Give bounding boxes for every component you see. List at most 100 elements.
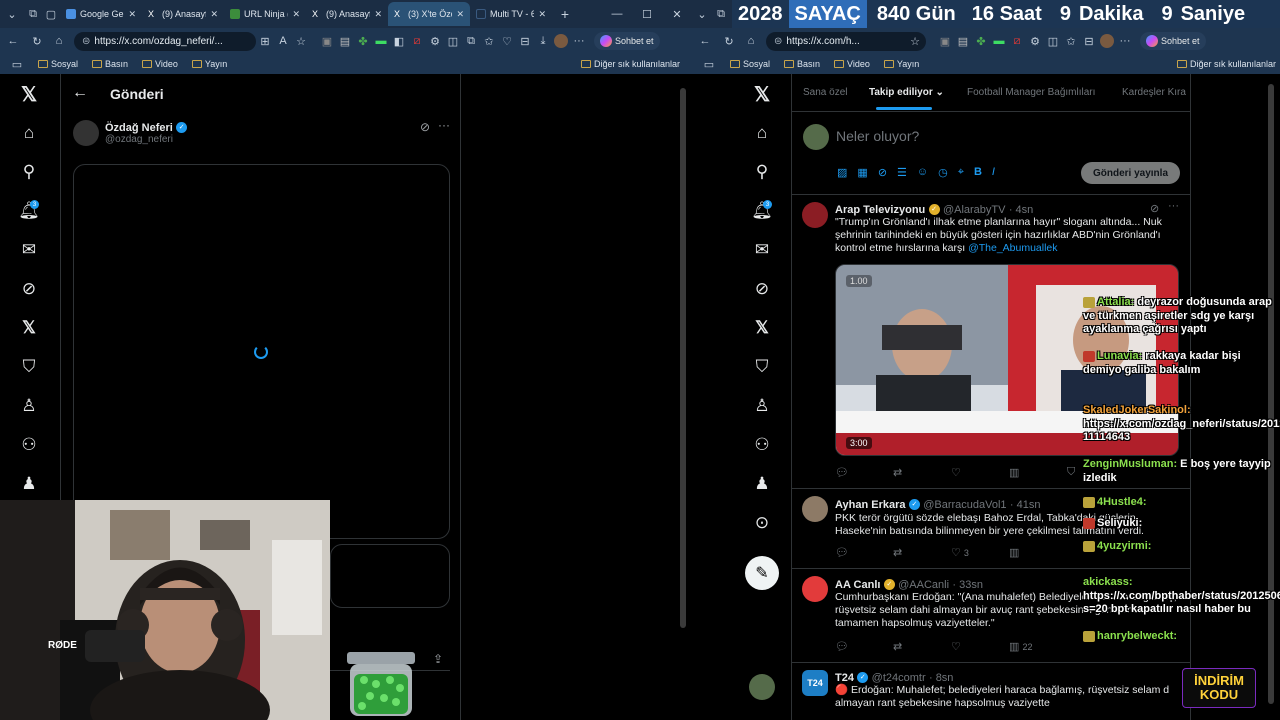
compose-input[interactable]: Neler oluyor? xyxy=(836,128,919,144)
poll-icon[interactable]: ☰ xyxy=(897,166,907,179)
url-input[interactable]: ⊜ https://x.com/h... xyxy=(766,31,926,51)
views-icon[interactable]: ▥ 22 xyxy=(1009,640,1067,653)
tab-x-home-2[interactable]: X(9) Anasayfa✕ xyxy=(306,2,388,26)
tab-actions-icon[interactable]: ⌄ xyxy=(692,8,712,21)
post-handle[interactable]: @t24comtr xyxy=(872,672,926,684)
like-icon[interactable]: ♡ xyxy=(951,466,1009,479)
share-icon[interactable]: ⇪ xyxy=(433,652,443,666)
extension-6-icon[interactable]: ⚙ xyxy=(1026,35,1044,48)
back-icon[interactable]: ← xyxy=(696,35,714,47)
favorite-icon[interactable]: ☆ xyxy=(292,35,310,48)
post-handle[interactable]: @AlarabyTV xyxy=(943,204,1006,216)
tab-url-ninja[interactable]: URL Ninja (1✕ xyxy=(224,2,306,26)
home-icon[interactable]: ⌂ xyxy=(752,123,772,143)
explore-icon[interactable]: ⚲ xyxy=(752,162,772,182)
post-handle[interactable]: @AACanli xyxy=(898,579,949,591)
bold-icon[interactable]: B xyxy=(974,166,982,179)
x-logo-icon[interactable]: 𝕏 xyxy=(19,84,39,106)
favorites-icon[interactable]: ✩ xyxy=(480,35,498,48)
extension-1-icon[interactable]: ▣ xyxy=(318,35,336,48)
like-icon[interactable]: ♡ xyxy=(951,640,1009,653)
grok-icon[interactable]: ⊘ xyxy=(420,120,430,134)
extension-2-icon[interactable]: ▤ xyxy=(336,35,354,48)
video-speed-label[interactable]: 1.00 xyxy=(846,275,872,287)
extension-2-icon[interactable]: ▤ xyxy=(954,35,972,48)
back-arrow-icon[interactable]: ← xyxy=(72,84,88,102)
close-icon[interactable]: ✕ xyxy=(374,9,382,20)
repost-icon[interactable]: ⇄ xyxy=(893,640,951,653)
explore-icon[interactable]: ⚲ xyxy=(19,162,39,182)
post-button[interactable]: Gönderi yayınla xyxy=(1081,162,1180,184)
tab-x-home[interactable]: X(9) Anasayfa✕ xyxy=(142,2,224,26)
tab-x-post[interactable]: X (3) X'te Özd ✕ xyxy=(388,2,470,26)
extension-3-icon[interactable]: ✤ xyxy=(972,35,990,48)
bookmark-yayin[interactable]: Yayın xyxy=(191,59,227,69)
minimize-button[interactable]: — xyxy=(602,8,632,20)
profile-avatar[interactable] xyxy=(1098,34,1116,48)
more-icon[interactable]: ··· xyxy=(438,118,450,132)
x-logo-icon[interactable]: 𝕏 xyxy=(752,84,772,106)
repost-icon[interactable]: ⇄ xyxy=(893,466,951,479)
favorites-icon[interactable]: ✩ xyxy=(1062,35,1080,48)
close-icon[interactable]: ✕ xyxy=(128,9,136,20)
more-options-icon[interactable]: ⊙ xyxy=(752,513,772,533)
post-avatar[interactable] xyxy=(802,202,828,228)
extension-6-icon[interactable]: ⧄ xyxy=(408,35,426,48)
close-window-button[interactable]: ✕ xyxy=(662,8,692,21)
bookmarks-icon[interactable]: ⛉ xyxy=(19,357,39,377)
home-icon[interactable]: ⌂ xyxy=(19,123,39,143)
reply-icon[interactable]: 💬︎ xyxy=(835,466,893,479)
home-icon[interactable]: ⌂ xyxy=(742,35,760,47)
tab-multi-tv[interactable]: Multi TV - 6 ✕ xyxy=(470,2,552,26)
url-input[interactable]: ⊜ https://x.com/ozdag_neferi/... xyxy=(74,31,256,51)
premium-icon[interactable]: 𝕏 xyxy=(752,318,772,338)
performance-icon[interactable]: ♡ xyxy=(498,35,516,48)
close-icon[interactable]: ✕ xyxy=(456,9,464,20)
workspaces-icon[interactable]: ⧉ xyxy=(24,8,42,21)
communities-icon[interactable]: ⚇ xyxy=(19,435,39,455)
views-icon[interactable]: ▥ xyxy=(1009,466,1067,479)
bookmark-basin[interactable]: Basın xyxy=(92,59,128,69)
tab-following[interactable]: Takip ediliyor ⌄ xyxy=(869,87,944,98)
extension-7-icon[interactable]: ⚙ xyxy=(426,35,444,48)
close-icon[interactable]: ✕ xyxy=(538,9,546,20)
reply-icon[interactable]: 💬︎ xyxy=(835,546,893,559)
tab-list-icon[interactable]: ▢ xyxy=(42,8,60,21)
bookmarks-menu-icon[interactable]: ▭ xyxy=(8,58,26,71)
italic-icon[interactable]: I xyxy=(992,166,995,179)
bookmark-yayin[interactable]: Yayın xyxy=(883,59,919,69)
grok-icon[interactable]: ⊘ xyxy=(1150,202,1159,215)
home-icon[interactable]: ⌂ xyxy=(50,35,68,47)
premium-icon[interactable]: 𝕏 xyxy=(19,318,39,338)
refresh-icon[interactable]: ↻ xyxy=(28,35,46,48)
schedule-icon[interactable]: ◷ xyxy=(938,166,948,179)
downloads-icon[interactable]: ⤓ xyxy=(534,35,552,48)
extension-4-icon[interactable]: ▬ xyxy=(372,35,390,47)
other-bookmarks[interactable]: Diğer sık kullanılanlar xyxy=(580,59,680,69)
site-info-icon[interactable]: ⊜ xyxy=(774,36,782,47)
translate-icon[interactable]: ⊞ xyxy=(256,35,274,48)
post-author[interactable]: Arap Televizyonu xyxy=(835,204,925,216)
grok-icon[interactable]: ⊘ xyxy=(878,166,887,179)
repost-icon[interactable]: ⇄ xyxy=(893,546,951,559)
post-avatar[interactable] xyxy=(802,496,828,522)
account-avatar[interactable] xyxy=(749,674,775,700)
messages-icon[interactable]: ✉ xyxy=(752,240,772,260)
post-author[interactable]: Ayhan Erkara xyxy=(835,499,906,511)
post-handle[interactable]: @BarracudaVol1 xyxy=(923,499,1006,511)
bookmarks-menu-icon[interactable]: ▭ xyxy=(700,58,718,71)
left-scrollbar[interactable] xyxy=(680,88,686,628)
jobs-icon[interactable]: ♙ xyxy=(19,396,39,416)
bookmark-basin[interactable]: Basın xyxy=(784,59,820,69)
collections-icon[interactable]: ⊟ xyxy=(1080,35,1098,48)
split-screen-icon[interactable]: ◫ xyxy=(444,35,462,48)
more-icon[interactable]: ··· xyxy=(1168,200,1179,212)
tab-actions-icon[interactable]: ⌄ xyxy=(0,8,24,21)
new-tab-button[interactable]: + xyxy=(556,6,574,22)
extensions-icon[interactable]: ⧉ xyxy=(462,35,480,48)
post-author[interactable]: T24 xyxy=(835,672,854,684)
like-icon[interactable]: ♡ 3 xyxy=(951,546,1009,559)
extension-5-icon[interactable]: ⧄ xyxy=(1008,35,1026,48)
bookmark-video[interactable]: Video xyxy=(834,59,870,69)
tab-for-you[interactable]: Sana özel xyxy=(803,87,847,98)
